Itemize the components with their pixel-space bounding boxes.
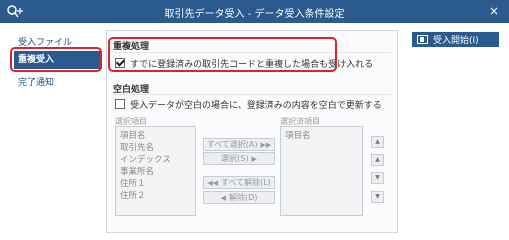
double-arrow-right-icon: ▶▶ (260, 140, 272, 149)
window-title: 取引先データ受入 - データ受入条件設定 (164, 9, 345, 20)
blank-option-row[interactable]: 受入データが空白の場合に、登録済みの内容を空白で更新する (115, 97, 382, 111)
sidebar-item-completion-notice[interactable]: 完了通知 (14, 74, 102, 92)
select-all-button[interactable]: すべて選択(A) ▶▶ (203, 138, 275, 151)
selection-items-list[interactable]: 項目名 取引先名 インデックス 事業所名 住所１ 住所２ (115, 126, 196, 216)
list-item[interactable]: 取引先名 (120, 141, 154, 153)
move-down-icon[interactable]: ▼ (371, 172, 384, 184)
blank-checkbox[interactable] (115, 99, 125, 109)
blank-option-label: 受入データが空白の場合に、登録済みの内容を空白で更新する (130, 100, 382, 111)
double-arrow-left-icon: ◀◀ (207, 178, 218, 187)
start-import-label: 受入開始(I) (433, 36, 479, 46)
divider (113, 94, 391, 95)
deselect-all-button[interactable]: ◀◀ すべて解除(L) (203, 176, 275, 189)
list-item[interactable]: インデックス (120, 153, 171, 165)
select-button[interactable]: 選択(S) ▶ (203, 152, 275, 165)
move-up-icon[interactable]: ▲ (371, 154, 384, 166)
start-import-button[interactable]: 受入開始(I) (412, 32, 499, 47)
title-bar: 取引先データ受入 - データ受入条件設定 × (0, 0, 509, 23)
close-icon[interactable]: × (487, 3, 501, 19)
list-item[interactable]: 項目名 (285, 129, 311, 141)
sidebar-highlight-frame (10, 47, 102, 72)
list-item[interactable]: 住所２ (120, 189, 146, 201)
list-item[interactable]: 住所１ (120, 177, 146, 189)
duplicate-option-highlight-frame (108, 37, 337, 72)
move-bottom-icon[interactable]: ▼ (371, 191, 384, 203)
selected-items-list[interactable]: 項目名 (280, 126, 363, 216)
list-item[interactable]: 項目名 (120, 129, 146, 141)
move-top-icon[interactable]: ▲ (371, 136, 384, 148)
arrow-right-icon: ▶ (251, 154, 257, 163)
arrow-left-icon: ◀ (220, 193, 226, 202)
list-item[interactable]: 事業所名 (120, 165, 154, 177)
import-icon (417, 35, 428, 44)
deselect-button[interactable]: ◀ 解除(D) (203, 191, 275, 204)
